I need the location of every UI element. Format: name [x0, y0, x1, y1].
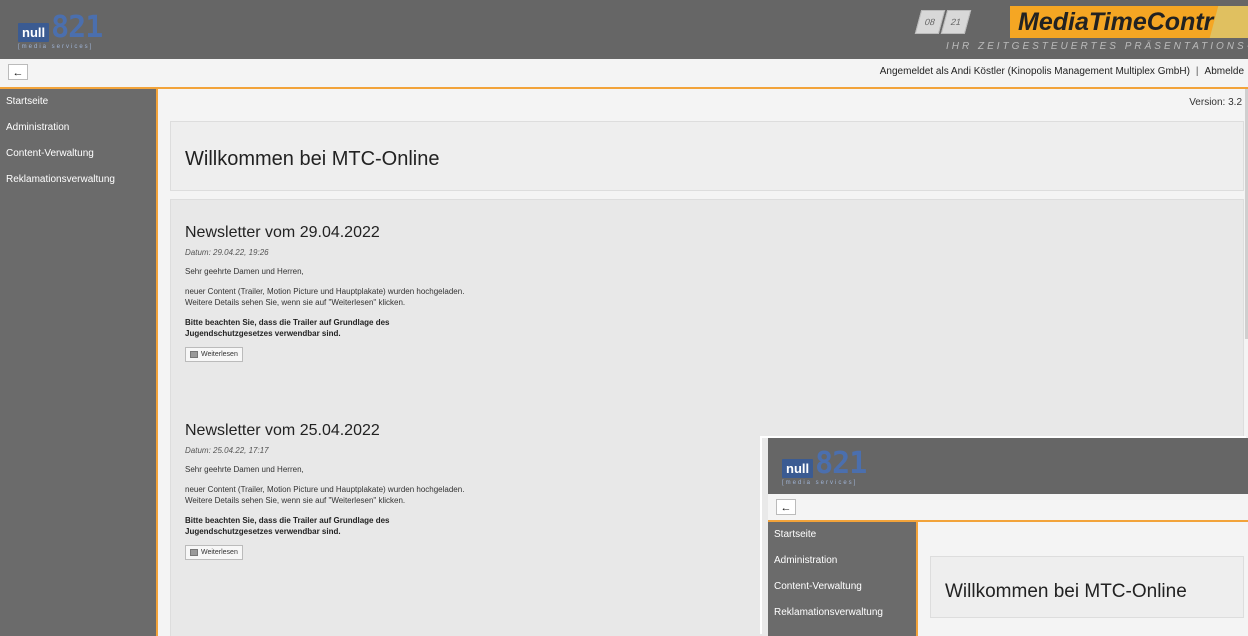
sidebar-item-administration[interactable]: Administration	[768, 548, 916, 574]
page-title: Willkommen bei MTC-Online	[185, 148, 440, 170]
sidebar-item-administration[interactable]: Administration	[0, 115, 156, 141]
newsletter-notice-line: Bitte beachten Sie, dass die Trailer auf…	[185, 318, 390, 327]
null821-logo[interactable]: null 821 [media services]	[782, 446, 867, 486]
newsletter-body: neuer Content (Trailer, Motion Picture u…	[185, 286, 585, 308]
weiterlesen-label: Weiterlesen	[201, 549, 238, 556]
sidebar-item-startseite[interactable]: Startseite	[768, 522, 916, 548]
null821-logo[interactable]: null 821 [media services]	[18, 10, 103, 50]
sidebar: Startseite Administration Content-Verwal…	[768, 522, 916, 636]
welcome-box: Willkommen bei MTC-Online	[930, 556, 1244, 618]
newsletter-date: Datum: 29.04.22, 19:26	[185, 248, 269, 257]
weiterlesen-label: Weiterlesen	[201, 351, 238, 358]
page-title: Willkommen bei MTC-Online	[945, 581, 1187, 602]
header-bar: null 821 [media services]	[768, 438, 1248, 494]
welcome-box: Willkommen bei MTC-Online	[170, 121, 1244, 191]
sidebar-item-content-verwaltung[interactable]: Content-Verwaltung	[768, 574, 916, 600]
sidebar-item-content-verwaltung[interactable]: Content-Verwaltung	[0, 141, 156, 167]
mtc-logo-boxes: 08 21	[914, 10, 972, 34]
document-icon	[190, 549, 198, 556]
weiterlesen-button[interactable]: Weiterlesen	[185, 545, 243, 560]
newsletter-body-line: neuer Content (Trailer, Motion Picture u…	[185, 485, 465, 494]
sidebar-item-reklamationsverwaltung[interactable]: Reklamationsverwaltung	[768, 600, 916, 626]
user-bar: ← Angemeldet als Andi Köstler (Kinopolis…	[0, 59, 1248, 89]
newsletter-notice-line: Jugendschutzgesetzes verwendbar sind.	[185, 329, 341, 338]
mtc-tagline: IHR ZEITGESTEUERTES PRÄSENTATIONS-SYSTEM	[946, 41, 1248, 52]
sidebar-item-reklamationsverwaltung[interactable]: Reklamationsverwaltung	[0, 167, 156, 193]
newsletter-greeting: Sehr geehrte Damen und Herren,	[185, 267, 304, 276]
arrow-left-icon: ←	[780, 502, 792, 514]
user-info: Angemeldet als Andi Köstler (Kinopolis M…	[880, 66, 1244, 77]
mediatimecontrol-logo: 08 21 MediaTimeControl IHR ZEITGESTEUERT…	[914, 6, 1248, 54]
logo-null-text: null	[782, 459, 814, 478]
logo-number-text: 821	[51, 10, 103, 45]
version-label: Version: 3.2	[1189, 97, 1242, 108]
sidebar: Startseite Administration Content-Verwal…	[0, 89, 156, 636]
newsletter-notice: Bitte beachten Sie, dass die Trailer auf…	[185, 317, 585, 339]
newsletter-notice: Bitte beachten Sie, dass die Trailer auf…	[185, 515, 585, 537]
logged-in-text: Angemeldet als Andi Köstler (Kinopolis M…	[879, 66, 1190, 77]
sidebar-item-startseite[interactable]: Startseite	[0, 89, 156, 115]
logo-number-text: 821	[815, 446, 867, 481]
arrow-left-icon: ←	[12, 67, 24, 79]
content-area: Willkommen bei MTC-Online	[916, 522, 1248, 636]
newsletter-body-line: Weitere Details sehen Sie, wenn sie auf …	[185, 298, 406, 307]
back-button[interactable]: ←	[776, 499, 796, 515]
newsletter-body-line: neuer Content (Trailer, Motion Picture u…	[185, 287, 465, 296]
document-icon	[190, 351, 198, 358]
back-button[interactable]: ←	[8, 64, 28, 80]
separator: |	[1195, 66, 1199, 77]
mtc-box: 21	[940, 10, 972, 34]
newsletter-notice-line: Bitte beachten Sie, dass die Trailer auf…	[185, 516, 390, 525]
logo-subtitle: [media services]	[782, 480, 858, 486]
newsletter-body-line: Weitere Details sehen Sie, wenn sie auf …	[185, 496, 406, 505]
newsletter-title: Newsletter vom 29.04.2022	[185, 224, 380, 241]
logout-link[interactable]: Abmelde	[1205, 66, 1244, 77]
logo-subtitle: [media services]	[18, 44, 94, 50]
newsletter-greeting: Sehr geehrte Damen und Herren,	[185, 465, 304, 474]
newsletter-body: neuer Content (Trailer, Motion Picture u…	[185, 484, 585, 506]
user-bar: ←	[768, 494, 1248, 522]
mtc-brand-text: MediaTimeControl	[1010, 6, 1244, 38]
weiterlesen-button[interactable]: Weiterlesen	[185, 347, 243, 362]
header-bar: null 821 [media services] 08 21 MediaTim…	[0, 0, 1248, 59]
inset-screenshot: null 821 [media services] ← Startseite A…	[762, 438, 1248, 636]
logo-null-text: null	[18, 23, 50, 42]
newsletter-item: Newsletter vom 29.04.2022 Datum: 29.04.2…	[185, 224, 585, 363]
newsletter-date: Datum: 25.04.22, 17:17	[185, 446, 269, 455]
newsletter-title: Newsletter vom 25.04.2022	[185, 422, 380, 439]
newsletter-notice-line: Jugendschutzgesetzes verwendbar sind.	[185, 527, 341, 536]
newsletter-item: Newsletter vom 25.04.2022 Datum: 25.04.2…	[185, 422, 585, 561]
